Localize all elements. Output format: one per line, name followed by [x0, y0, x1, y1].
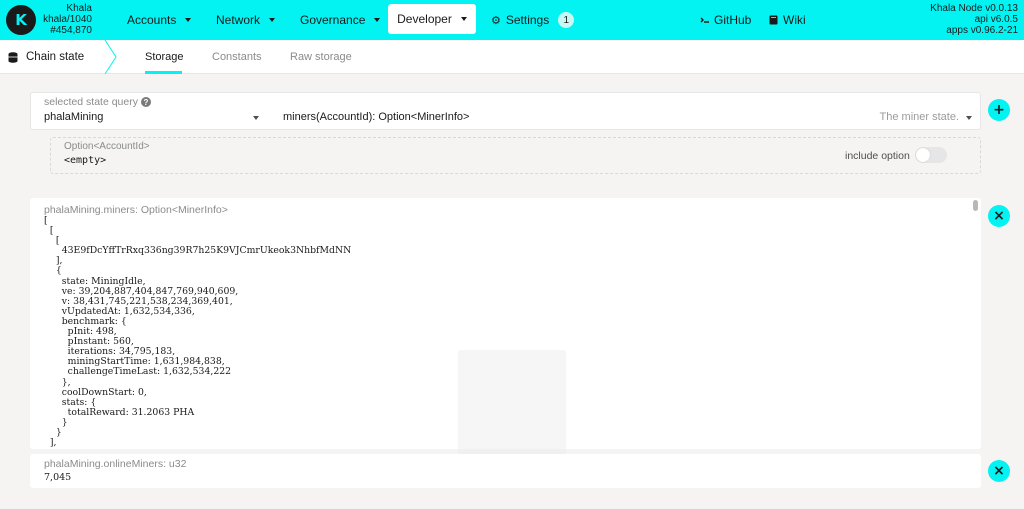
param-input-panel: Option<AccountId> <empty> include option: [50, 137, 981, 174]
scrollbar-thumb[interactable]: [973, 200, 978, 211]
state-query-selector: selected state query ? phalaMining miner…: [30, 92, 981, 130]
result-label: phalaMining.miners: Option<MinerInfo>: [44, 204, 228, 216]
sub-navigation: Chain state Storage Constants Raw storag…: [0, 40, 1024, 74]
nav-network[interactable]: Network: [216, 0, 276, 40]
result-label: phalaMining.onlineMiners: u32: [44, 458, 187, 470]
param-label: Option<AccountId>: [64, 141, 150, 152]
chevron-down-icon[interactable]: [253, 116, 259, 120]
nav-settings-label: Settings: [505, 13, 550, 27]
node-info: Khala Node v0.0.13 api v6.0.5 apps v0.96…: [930, 3, 1018, 36]
nav-governance-label: Governance: [300, 13, 366, 27]
result-line: pInit: 498,: [44, 326, 117, 338]
query-result-online-miners: phalaMining.onlineMiners: u32 7,045: [30, 454, 981, 488]
nav-governance[interactable]: Governance: [300, 0, 381, 40]
tab-constants[interactable]: Constants: [212, 40, 262, 74]
result-line: vUpdatedAt: 1,632,534,336,: [44, 305, 195, 317]
chevron-down-icon[interactable]: [966, 116, 972, 120]
settings-badge: 1: [558, 12, 575, 28]
query-label-text: selected state query: [44, 96, 138, 108]
active-tab-indicator: [145, 71, 182, 74]
result-line: [: [44, 215, 48, 226]
wiki-label: Wiki: [783, 13, 806, 27]
result-line: {: [44, 265, 62, 277]
link-github[interactable]: GitHub: [700, 0, 751, 40]
book-icon: [769, 15, 778, 25]
chain-block: #454,870: [50, 25, 92, 36]
khala-logo[interactable]: K: [6, 5, 36, 35]
close-result-button[interactable]: ×: [988, 205, 1010, 227]
result-line: pInstant: 560,: [44, 336, 134, 348]
github-label: GitHub: [714, 13, 752, 27]
tab-raw-storage[interactable]: Raw storage: [290, 40, 352, 74]
result-value: 7,045: [44, 472, 72, 483]
node-apps: apps v0.96.2-21: [946, 25, 1018, 36]
link-wiki[interactable]: Wiki: [769, 0, 806, 40]
nav-network-label: Network: [216, 13, 261, 27]
node-name: Khala Node v0.0.13: [930, 3, 1018, 14]
result-line: [: [44, 225, 54, 237]
chain-runtime: khala/1040: [43, 14, 92, 25]
node-api: api v6.0.5: [974, 14, 1018, 25]
param-value-input[interactable]: <empty>: [64, 155, 106, 166]
section-label: Chain state: [26, 51, 85, 63]
add-query-button[interactable]: +: [988, 99, 1010, 121]
chevron-down-icon: [374, 18, 381, 22]
result-line: benchmark: {: [44, 315, 127, 327]
chevron-down-icon: [185, 18, 192, 22]
chain-name: Khala: [66, 3, 92, 14]
section-title: Chain state: [0, 40, 84, 74]
nav-accounts[interactable]: Accounts: [127, 0, 192, 40]
breadcrumb-chevron-icon: [104, 40, 117, 74]
nav-developer[interactable]: Developer: [388, 4, 476, 34]
query-label: selected state query ?: [44, 96, 151, 108]
chevron-down-icon: [460, 17, 467, 21]
result-line: ],: [44, 255, 63, 267]
nav-accounts-label: Accounts: [127, 13, 177, 27]
nav-developer-label: Developer: [397, 12, 452, 26]
logo-letter: K: [15, 11, 27, 29]
top-navigation-bar: K Khala khala/1040 #454,870 Accounts Net…: [0, 0, 1024, 40]
overlay-watermark: [458, 350, 566, 456]
database-icon: [8, 51, 18, 63]
chevron-down-icon: [269, 18, 276, 22]
include-option-toggle[interactable]: [915, 147, 947, 163]
tab-storage[interactable]: Storage: [145, 40, 184, 74]
toggle-knob: [916, 148, 930, 162]
method-dropdown[interactable]: miners(AccountId): Option<MinerInfo>: [283, 111, 469, 123]
gear-icon: ⚙: [491, 14, 501, 27]
nav-settings[interactable]: ⚙ Settings 1: [491, 0, 575, 40]
result-line: 43E9fDcYffTrRxq336ng39R7h25K9VJCmrUkeok3…: [44, 245, 352, 257]
github-icon: [700, 17, 709, 23]
method-description: The miner state.: [879, 111, 959, 123]
close-result-button[interactable]: ×: [988, 460, 1010, 482]
include-option-label: include option: [845, 150, 910, 162]
section-dropdown[interactable]: phalaMining: [44, 111, 103, 123]
help-icon[interactable]: ?: [140, 97, 151, 107]
chain-info[interactable]: Khala khala/1040 #454,870: [40, 3, 92, 36]
